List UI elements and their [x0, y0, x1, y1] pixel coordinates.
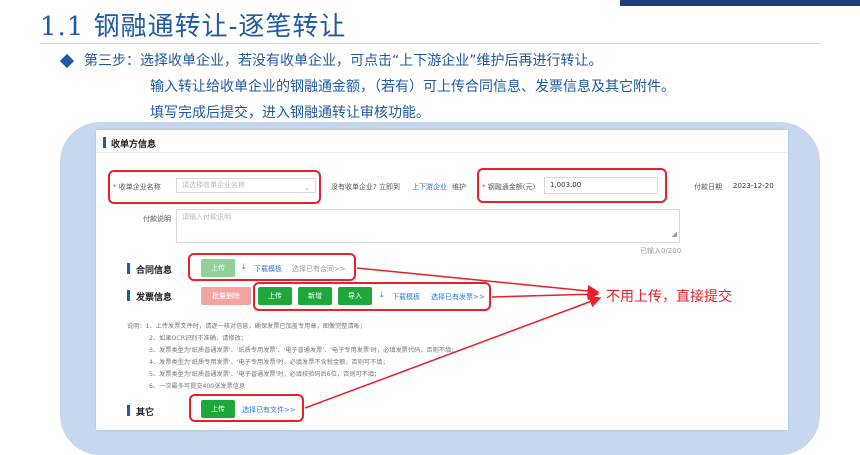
arrow-icon: [356, 267, 600, 297]
annotation-text: 不用上传，直接提交: [606, 289, 732, 305]
annotation-arrows: [304, 267, 602, 409]
arrow-icon: [304, 296, 602, 409]
arrow-icon: [491, 288, 600, 301]
